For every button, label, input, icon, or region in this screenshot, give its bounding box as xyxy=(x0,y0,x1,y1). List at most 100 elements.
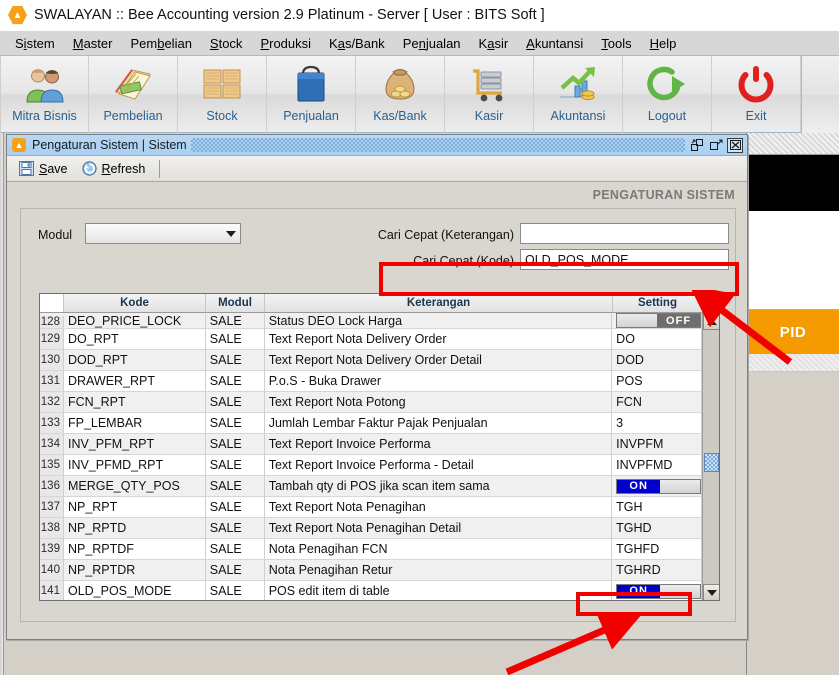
row-number-cell: 133 xyxy=(40,413,64,433)
toolbar-button-logout[interactable]: Logout xyxy=(623,56,712,133)
menu-item-produksi[interactable]: Produksi xyxy=(251,34,320,53)
modul-cell: SALE xyxy=(206,539,265,559)
table-row[interactable]: 130 DOD_RPT SALE Text Report Nota Delivery … xyxy=(40,350,703,371)
toolbar-button-stock[interactable]: Stock xyxy=(178,56,267,133)
modul-cell: SALE xyxy=(206,314,265,328)
setting-toggle[interactable]: OFF xyxy=(616,313,702,328)
toolbar-button-akuntansi[interactable]: Akuntansi xyxy=(534,56,623,133)
table-row[interactable]: 131 DRAWER_RPT SALE P.o.S - Buka Drawer POS xyxy=(40,371,703,392)
menubar: Sistem Master Pembelian Stock Produksi Kas/Ba… xyxy=(0,31,839,56)
setting-cell[interactable]: POS xyxy=(612,371,703,391)
table-row[interactable]: 129 DO_RPT SALE Text Report Nota Delivery O… xyxy=(40,329,703,350)
keterangan-cell: Text Report Nota Delivery Order xyxy=(265,329,613,349)
menu-item-penjualan[interactable]: Penjualan xyxy=(394,34,470,53)
setting-cell[interactable]: TGHD xyxy=(612,518,703,538)
table-row[interactable]: 133 FP_LEMBAR SALE Jumlah Lembar Faktur Paj… xyxy=(40,413,703,434)
grid-column-header-setting[interactable]: Setting xyxy=(613,294,703,312)
scroll-down-button[interactable] xyxy=(703,584,719,600)
setting-cell[interactable]: TGHRD xyxy=(612,560,703,580)
keterangan-cell: P.o.S - Buka Drawer xyxy=(265,371,613,391)
setting-cell[interactable]: TGHFD xyxy=(612,539,703,559)
maximize-button[interactable] xyxy=(708,138,724,153)
grid-column-header-rownum[interactable] xyxy=(40,294,64,312)
kode-cell: MERGE_QTY_POS xyxy=(64,476,206,496)
menu-item-kas-bank[interactable]: Kas/Bank xyxy=(320,34,394,53)
keterangan-cell: Text Report Invoice Performa - Detail xyxy=(265,455,613,475)
row-number-cell: 130 xyxy=(40,350,64,370)
table-row[interactable]: 140 NP_RPTDR SALE Nota Penagihan Retur TGHRD xyxy=(40,560,703,581)
save-button[interactable]: Save xyxy=(15,159,78,178)
kode-cell: FCN_RPT xyxy=(64,392,206,412)
toolbar-button-penjualan[interactable]: Penjualan xyxy=(267,56,356,133)
toolbar-button-pembelian[interactable]: Pembelian xyxy=(89,56,178,133)
keterangan-cell: Nota Penagihan Retur xyxy=(265,560,613,580)
menu-item-tools[interactable]: Tools xyxy=(592,34,640,53)
background-window[interactable]: PID xyxy=(746,133,839,675)
menu-item-akuntansi[interactable]: Akuntansi xyxy=(517,34,592,53)
scroll-up-button[interactable] xyxy=(703,313,719,330)
toolbar-button-kas-bank[interactable]: Kas/Bank xyxy=(356,56,445,133)
close-button[interactable] xyxy=(727,137,743,153)
toolbar-button-mitra-bisnis[interactable]: Mitra Bisnis xyxy=(0,56,89,133)
keterangan-cell: Nota Penagihan FCN xyxy=(265,539,613,559)
menu-item-stock[interactable]: Stock xyxy=(201,34,252,53)
grid-column-header-kode[interactable]: Kode xyxy=(64,294,206,312)
table-row[interactable]: 141 OLD_POS_MODE SALE POS edit item di tabl… xyxy=(40,581,703,600)
keterangan-cell: Text Report Nota Potong xyxy=(265,392,613,412)
table-row[interactable]: 138 NP_RPTD SALE Text Report Nota Penagihan… xyxy=(40,518,703,539)
toolbar-button-label: Mitra Bisnis xyxy=(12,109,77,123)
setting-cell[interactable]: 3 xyxy=(612,413,703,433)
toolbar-button-kasir[interactable]: Kasir xyxy=(445,56,534,133)
table-row[interactable]: 132 FCN_RPT SALE Text Report Nota Potong FCN xyxy=(40,392,703,413)
table-row[interactable]: 139 NP_RPTDF SALE Nota Penagihan FCN TGHFD xyxy=(40,539,703,560)
window-titlebar: ▲ SWALAYAN :: Bee Accounting version 2.9… xyxy=(0,0,839,31)
kode-cell: DEO_PRICE_LOCK xyxy=(64,314,206,328)
setting-toggle[interactable]: ON xyxy=(616,478,702,494)
row-number-cell: 141 xyxy=(40,581,64,600)
setting-toggle[interactable]: ON xyxy=(616,583,702,599)
cari-keterangan-input[interactable] xyxy=(520,223,729,244)
table-row[interactable]: 134 INV_PFM_RPT SALE Text Report Invoice Pe… xyxy=(40,434,703,455)
desktop-left-edge xyxy=(0,133,4,675)
setting-cell[interactable]: TGH xyxy=(612,497,703,517)
menu-item-pembelian[interactable]: Pembelian xyxy=(121,34,200,53)
scrollbar-thumb[interactable] xyxy=(704,453,719,472)
kode-cell: DRAWER_RPT xyxy=(64,371,206,391)
table-row[interactable]: 136 MERGE_QTY_POS SALE Tambah qty di POS ji… xyxy=(40,476,703,497)
boxes-icon xyxy=(201,61,243,107)
cari-kode-input[interactable]: OLD_POS_MODE xyxy=(520,249,729,270)
modul-cell: SALE xyxy=(206,518,265,538)
two-people-icon xyxy=(24,61,66,107)
setting-cell[interactable]: DO xyxy=(612,329,703,349)
setting-cell[interactable]: DOD xyxy=(612,350,703,370)
settings-grid: Kode Modul Keterangan Setting 128 DEO_PRICE_… xyxy=(39,293,720,601)
setting-cell[interactable]: INVPFMD xyxy=(612,455,703,475)
cari-kode-label: Cari Cepat (Kode) xyxy=(413,254,514,268)
menu-item-master[interactable]: Master xyxy=(64,34,122,53)
grid-column-header-keterangan[interactable]: Keterangan xyxy=(265,294,613,312)
table-row[interactable]: 135 INV_PFMD_RPT SALE Text Report Invoice P… xyxy=(40,455,703,476)
toolbar-button-label: Stock xyxy=(206,109,238,123)
table-row[interactable]: 137 NP_RPT SALE Text Report Nota Penagihan T… xyxy=(40,497,703,518)
grid-vertical-scrollbar[interactable] xyxy=(702,313,719,600)
row-number-cell: 137 xyxy=(40,497,64,517)
row-number-cell: 136 xyxy=(40,476,64,496)
refresh-button[interactable]: Refresh xyxy=(78,159,156,178)
modul-select[interactable] xyxy=(85,223,241,244)
menu-item-help[interactable]: Help xyxy=(641,34,686,53)
grid-column-header-modul[interactable]: Modul xyxy=(206,294,265,312)
menu-item-sistem[interactable]: Sistem xyxy=(6,34,64,53)
table-row[interactable]: 128 DEO_PRICE_LOCK SALE Status DEO Lock Har… xyxy=(40,313,703,329)
setting-cell[interactable]: FCN xyxy=(612,392,703,412)
menu-item-kasir[interactable]: Kasir xyxy=(470,34,518,53)
setting-toggle-label: OFF xyxy=(657,314,701,327)
row-number-cell: 135 xyxy=(40,455,64,475)
mdi-titlebar[interactable]: ▲ Pengaturan Sistem | Sistem xyxy=(7,135,747,156)
pid-badge: PID xyxy=(747,310,839,354)
keterangan-cell: Text Report Nota Delivery Order Detail xyxy=(265,350,613,370)
toolbar-button-label: Kas/Bank xyxy=(373,109,427,123)
row-number-cell: 140 xyxy=(40,560,64,580)
toolbar-button-exit[interactable]: Exit xyxy=(712,56,801,133)
restore-button[interactable] xyxy=(689,138,705,153)
setting-cell[interactable]: INVPFM xyxy=(612,434,703,454)
